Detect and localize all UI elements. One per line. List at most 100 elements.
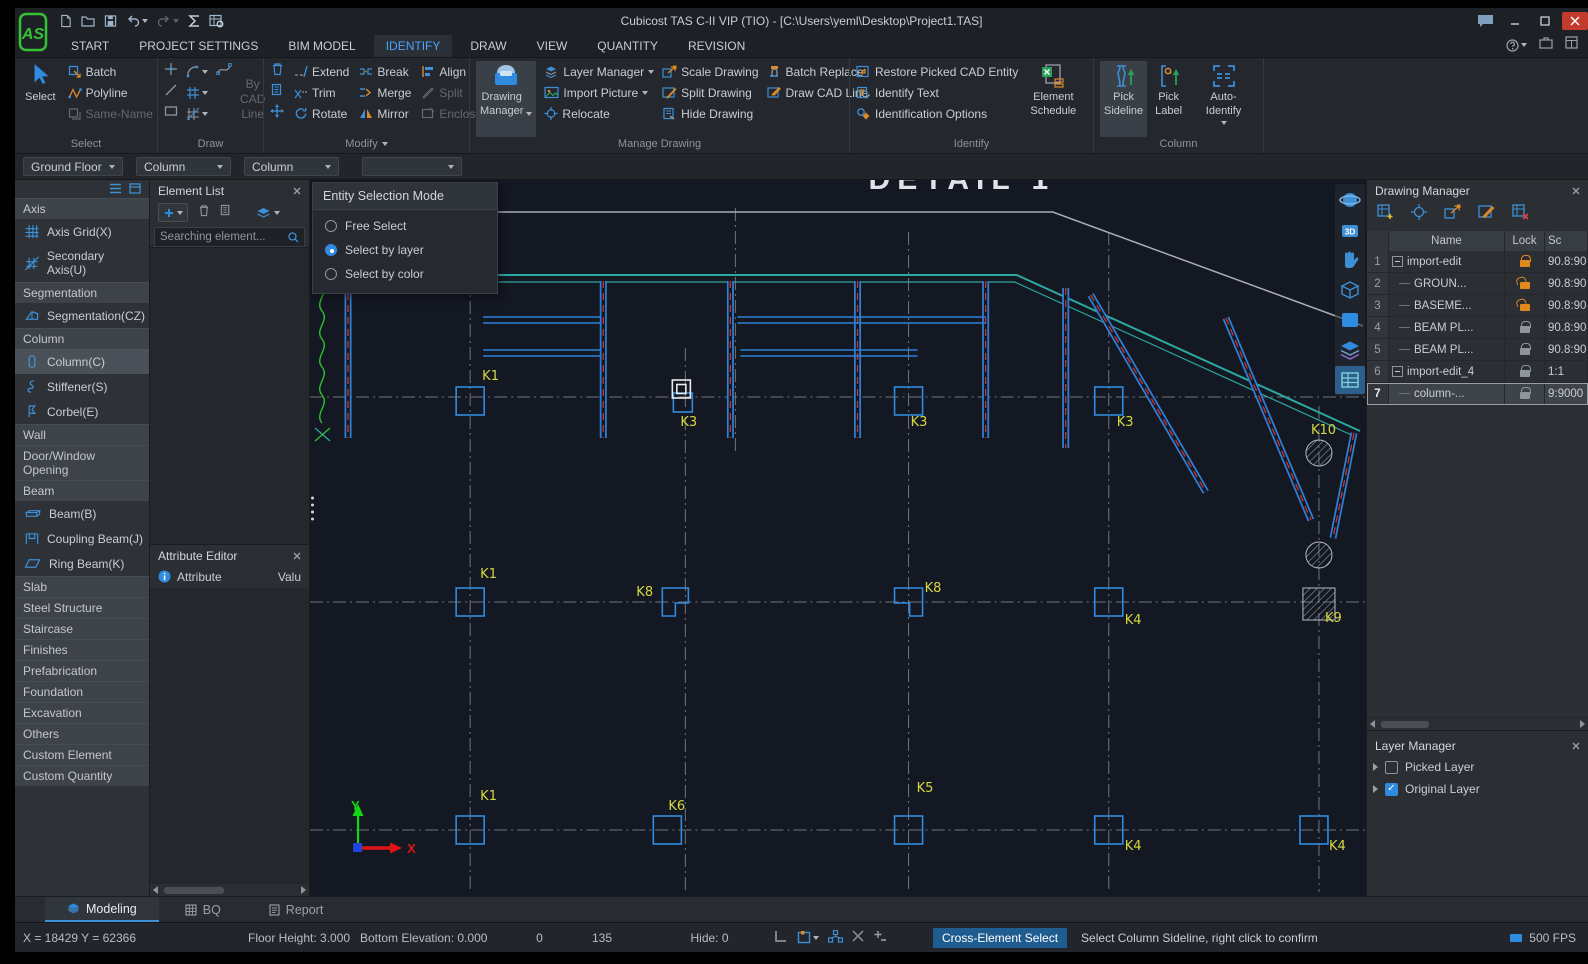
merge-button[interactable]: Merge [359,82,411,103]
sidebar-section-foundation[interactable]: Foundation [15,681,149,702]
scale-drawing-button[interactable]: Scale Drawing [662,61,758,82]
element-schedule-button[interactable]: Element Schedule [1026,61,1080,137]
element-select[interactable] [362,157,462,176]
lock-toggle[interactable] [1505,383,1545,404]
tab-modeling[interactable]: Modeling [45,897,159,922]
select-by-layer-radio[interactable] [325,244,337,256]
tab-draw[interactable]: DRAW [458,35,518,57]
delete-drawing-icon[interactable] [1512,204,1529,225]
sidebar-item-ring-beam[interactable]: Ring Beam(K) [15,551,149,576]
sidebar-item-axis-grid[interactable]: Axis Grid(X) [15,219,149,244]
sidebar-item-stiffener[interactable]: Stiffener(S) [15,374,149,399]
drawing-row[interactable]: 3 BASEME... 90.8:908 [1367,295,1588,317]
extend-button[interactable]: Extend [294,61,349,82]
tab-view[interactable]: VIEW [525,35,580,57]
sidebar-section-finishes[interactable]: Finishes [15,639,149,660]
original-layer-row[interactable]: Original Layer [1373,782,1582,796]
identification-options-button[interactable]: Identification Options [856,103,1018,124]
draw-rectangle-icon[interactable] [164,104,178,123]
maximize-button[interactable] [1532,12,1558,30]
tab-project-settings[interactable]: PROJECT SETTINGS [127,35,270,57]
cad-canvas[interactable]: Y X DETAIL 1 K1K3K3K3K10K1K8K8K4K9K1K6K5… [310,180,1366,896]
sidebar-section-steel[interactable]: Steel Structure [15,597,149,618]
sidebar-item-coupling-beam[interactable]: Coupling Beam(J) [15,526,149,551]
element-search[interactable] [154,227,305,247]
sidebar-section-door-window[interactable]: Door/Window Opening [15,445,149,480]
edit-drawing-icon[interactable] [1478,204,1495,225]
element-list-close-icon[interactable] [293,184,301,198]
category-select[interactable]: Column [136,157,231,176]
close-button[interactable] [1562,12,1588,30]
drawing-row[interactable]: 5 BEAM PL... 90.8:908 [1367,339,1588,361]
tab-quantity[interactable]: QUANTITY [585,35,670,57]
add-element-button[interactable] [158,203,188,222]
expand-icon[interactable] [1373,763,1378,771]
element-search-input[interactable] [160,231,284,243]
element-type-select[interactable]: Column [244,157,339,176]
tab-report[interactable]: Report [247,897,346,922]
trim-button[interactable]: Trim [294,82,349,103]
import-picture-button[interactable]: Import Picture [544,82,654,103]
ortho-icon[interactable] [774,930,788,946]
draw-spline-icon[interactable] [216,62,232,81]
relocate-drawing-icon[interactable] [1411,204,1427,225]
select-by-layer-option[interactable]: Select by layer [325,243,485,257]
sidebar-section-staircase[interactable]: Staircase [15,618,149,639]
lock-toggle[interactable] [1505,295,1545,316]
pick-sideline-button[interactable]: Pick Sideline [1100,61,1147,137]
tab-start[interactable]: START [59,35,121,57]
free-select-radio[interactable] [325,220,337,232]
table-lookup-icon[interactable] [209,14,224,28]
drawing-row[interactable]: 1 import-edit 90.8:908 [1367,251,1588,273]
list-view-icon[interactable] [109,183,122,197]
drawing-row-selected[interactable]: 7 column-... 9:9000 [1367,383,1588,405]
relocate-button[interactable]: Relocate [544,103,654,124]
original-layer-checkbox[interactable] [1385,783,1398,796]
layer-manager-close-icon[interactable] [1572,739,1580,753]
tab-identify[interactable]: IDENTIFY [374,35,453,57]
layer-manager-button[interactable]: Layer Manager [544,61,654,82]
toolbox-icon[interactable] [1539,36,1553,54]
scale-drawing-icon2[interactable] [1444,204,1461,225]
sidebar-item-secondary-axis[interactable]: Secondary Axis(U) [15,244,149,282]
shaded-view-icon[interactable] [1335,306,1365,334]
drawing-row[interactable]: 4 BEAM PL... 90.8:908 [1367,317,1588,339]
lock-toggle[interactable] [1505,339,1545,360]
sidebar-item-segmentation[interactable]: Segmentation(CZ) [15,303,149,328]
layers-filter-icon[interactable] [256,207,280,219]
collapse-icon[interactable] [1392,366,1403,377]
draw-axis-grid-icon[interactable] [186,86,208,100]
draw-hatch-icon[interactable] [186,107,208,121]
sidebar-section-excavation[interactable]: Excavation [15,702,149,723]
rotate-button[interactable]: Rotate [294,103,349,124]
new-file-icon[interactable] [59,14,72,28]
copy-element-icon[interactable] [220,204,232,222]
3d-view-icon[interactable]: 3D [1335,216,1365,244]
panel-view-icon[interactable] [129,183,141,197]
help-menu-icon[interactable] [1506,39,1527,52]
draw-point-icon[interactable] [164,62,178,81]
sidebar-section-segmentation[interactable]: Segmentation [15,282,149,303]
sidebar-section-column[interactable]: Column [15,328,149,349]
splitter-handle[interactable] [311,497,314,521]
lock-toggle[interactable] [1505,317,1545,338]
attribute-editor-close-icon[interactable] [293,549,301,563]
layers-view-icon[interactable] [1335,336,1365,364]
attribute-editor-body[interactable] [150,588,309,884]
column-marks[interactable] [456,387,1328,844]
pan-hand-icon[interactable] [1335,246,1365,274]
tab-bim-model[interactable]: BIM MODEL [276,35,367,57]
orbit-view-icon[interactable] [1335,186,1365,214]
drawing-manager-close-icon[interactable] [1572,184,1580,198]
break-button[interactable]: Break [359,61,411,82]
schedule-view-icon[interactable] [1335,366,1365,394]
undo-button[interactable] [126,14,148,28]
select-by-color-option[interactable]: Select by color [325,267,485,281]
window-layout-icon[interactable] [1565,36,1578,54]
drawing-row[interactable]: 6 import-edit_4 1:1 [1367,361,1588,383]
drawing-manager-button[interactable]: Drawing Manager [476,61,536,137]
wireframe-view-icon[interactable] [1335,276,1365,304]
minimize-button[interactable] [1502,12,1528,30]
add-point-icon[interactable] [873,930,887,945]
tab-revision[interactable]: REVISION [676,35,757,57]
